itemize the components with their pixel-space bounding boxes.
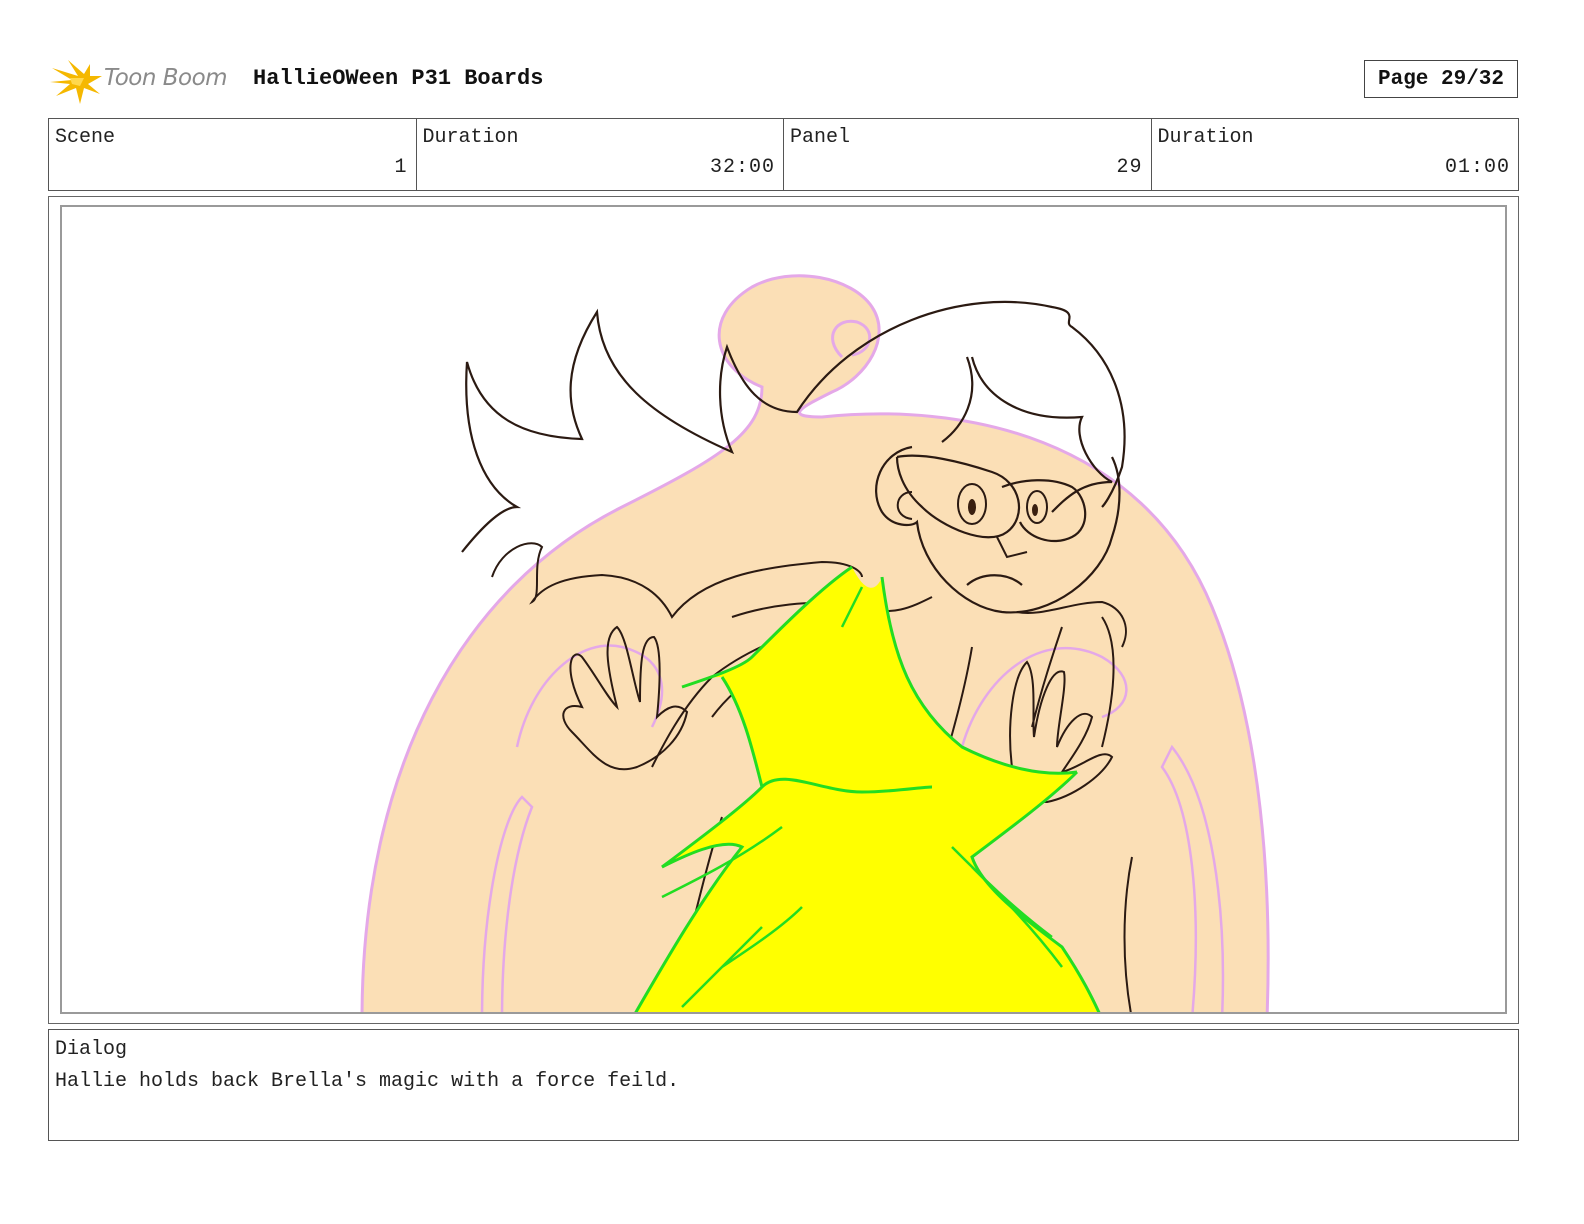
scene-duration-cell: Duration 32:00 (417, 119, 784, 190)
project-title: HallieOWeen P31 Boards (253, 66, 544, 91)
panel-info-row: Scene 1 Duration 32:00 Panel 29 Duration… (48, 118, 1519, 191)
scene-duration-value: 32:00 (709, 156, 775, 179)
scene-duration-label: Duration (422, 126, 519, 149)
panel-duration-label: Duration (1157, 126, 1254, 149)
scene-label: Scene (55, 126, 116, 149)
dialog-label: Dialog (55, 1038, 128, 1061)
scene-cell: Scene 1 (49, 119, 417, 190)
dialog-box: Dialog Hallie holds back Brella's magic … (48, 1029, 1519, 1141)
flame-icon (50, 60, 102, 104)
scene-value: 1 (394, 156, 408, 179)
logo-text: Toon Boom (104, 65, 228, 91)
toon-boom-logo: Toon Boom (50, 54, 240, 108)
storyboard-drawing (360, 274, 1270, 1012)
right-pupil (1032, 504, 1038, 516)
panel-duration-value: 01:00 (1444, 156, 1510, 179)
page-indicator: Page 29/32 (1364, 60, 1518, 98)
panel-cell: Panel 29 (784, 119, 1152, 190)
panel-value: 29 (1116, 156, 1143, 179)
panel-image (60, 205, 1507, 1014)
panel-duration-cell: Duration 01:00 (1152, 119, 1519, 190)
left-pupil (968, 499, 976, 515)
panel-label: Panel (790, 126, 851, 149)
dialog-text: Hallie holds back Brella's magic with a … (55, 1070, 680, 1093)
storyboard-panel (48, 196, 1519, 1024)
